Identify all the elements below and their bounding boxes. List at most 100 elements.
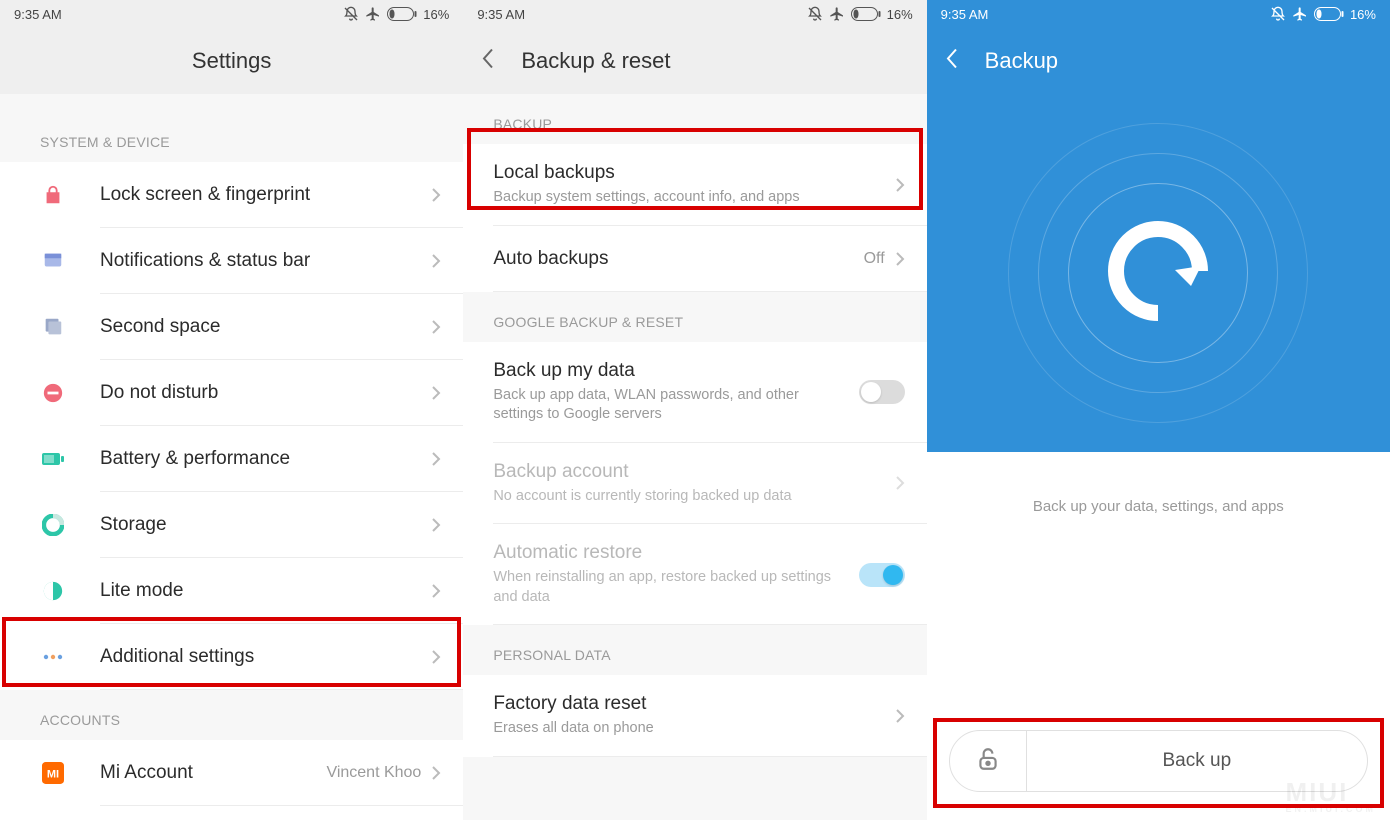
lock-icon	[40, 182, 66, 208]
row-label: Auto backups	[493, 248, 853, 270]
row-lock-screen[interactable]: Lock screen & fingerprint	[0, 162, 463, 228]
chevron-right-icon	[895, 708, 905, 724]
row-label: Lock screen & fingerprint	[100, 184, 421, 206]
second-space-icon	[40, 314, 66, 340]
unlock-icon	[975, 746, 1001, 777]
section-header-system: SYSTEM & DEVICE	[0, 106, 463, 162]
notifications-icon	[40, 248, 66, 274]
spacer	[463, 757, 926, 820]
page-title: Backup	[985, 48, 1058, 74]
row-value: Off	[864, 250, 885, 268]
spacer	[0, 94, 463, 106]
battery-icon	[387, 7, 417, 21]
row-auto-backups[interactable]: Auto backups Off	[463, 226, 926, 292]
titlebar-backup-reset: Backup & reset	[463, 28, 926, 94]
row-lite-mode[interactable]: Lite mode	[0, 558, 463, 624]
toggle-backup-my-data[interactable]	[859, 380, 905, 404]
phone-backup-reset: 9:35 AM 16% Backup & reset BACKUP Local …	[463, 0, 926, 820]
battery-percent: 16%	[887, 7, 913, 22]
battery-icon	[851, 7, 881, 21]
row-backup-my-data[interactable]: Back up my data Back up app data, WLAN p…	[463, 342, 926, 443]
row-label: Battery & performance	[100, 448, 421, 470]
chevron-right-icon	[895, 177, 905, 193]
row-sub: When reinstalling an app, restore backed…	[493, 568, 848, 607]
status-bar: 9:35 AM 16%	[927, 0, 1390, 28]
status-time: 9:35 AM	[477, 7, 525, 22]
section-header-backup: BACKUP	[463, 94, 926, 144]
row-label: Mi Account	[100, 762, 316, 784]
phone-backup: 9:35 AM 16% Backup Back up your data, se…	[927, 0, 1390, 820]
page-title: Backup & reset	[521, 48, 670, 74]
lock-toggle-button[interactable]	[949, 730, 1027, 792]
dnd-icon	[40, 380, 66, 406]
row-value: Vincent Khoo	[326, 764, 421, 782]
battery-perf-icon	[40, 446, 66, 472]
titlebar-settings: Settings	[0, 28, 463, 94]
mute-icon	[343, 6, 359, 22]
airplane-icon	[829, 6, 845, 22]
row-label: Backup account	[493, 461, 884, 483]
row-additional-settings[interactable]: Additional settings	[0, 624, 463, 690]
section-header-accounts: ACCOUNTS	[0, 690, 463, 740]
status-time: 9:35 AM	[941, 7, 989, 22]
row-sub: Erases all data on phone	[493, 719, 884, 739]
svg-text:MI: MI	[47, 769, 59, 781]
status-right: 16%	[1270, 6, 1376, 22]
chevron-right-icon	[431, 765, 441, 781]
status-bar: 9:35 AM 16%	[463, 0, 926, 28]
row-local-backups[interactable]: Local backups Backup system settings, ac…	[463, 144, 926, 226]
airplane-icon	[1292, 6, 1308, 22]
battery-percent: 16%	[1350, 7, 1376, 22]
status-right: 16%	[807, 6, 913, 22]
row-label: Automatic restore	[493, 542, 848, 564]
row-sub: Back up app data, WLAN passwords, and ot…	[493, 386, 848, 425]
status-bar: 9:35 AM 16%	[0, 0, 463, 28]
row-label: Notifications & status bar	[100, 250, 421, 272]
backup-button-label: Back up	[1162, 750, 1231, 772]
row-label: Additional settings	[100, 646, 421, 668]
phone-settings: 9:35 AM 16% Settings SYSTEM & DEVICE Loc…	[0, 0, 463, 820]
row-label: Second space	[100, 316, 421, 338]
row-notifications[interactable]: Notifications & status bar	[0, 228, 463, 294]
row-backup-account: Backup account No account is currently s…	[463, 443, 926, 525]
row-factory-reset[interactable]: Factory data reset Erases all data on ph…	[463, 675, 926, 757]
backup-message: Back up your data, settings, and apps	[927, 452, 1390, 561]
row-sub: No account is currently storing backed u…	[493, 487, 884, 507]
back-button[interactable]	[481, 48, 495, 75]
chevron-right-icon	[431, 253, 441, 269]
row-battery[interactable]: Battery & performance	[0, 426, 463, 492]
mute-icon	[807, 6, 823, 22]
row-dnd[interactable]: Do not disturb	[0, 360, 463, 426]
chevron-right-icon	[431, 583, 441, 599]
status-time: 9:35 AM	[14, 7, 62, 22]
backup-hero	[927, 94, 1390, 452]
row-label: Local backups	[493, 162, 884, 184]
watermark: MIUI EN.MIUI.COM	[1285, 777, 1376, 814]
chevron-right-icon	[431, 517, 441, 533]
lite-mode-icon	[40, 578, 66, 604]
row-sub: Backup system settings, account info, an…	[493, 188, 884, 208]
row-label: Lite mode	[100, 580, 421, 602]
row-second-space[interactable]: Second space	[0, 294, 463, 360]
section-header-google: GOOGLE BACKUP & RESET	[463, 292, 926, 342]
chevron-right-icon	[895, 251, 905, 267]
chevron-right-icon	[431, 319, 441, 335]
chevron-right-icon	[431, 649, 441, 665]
row-label: Back up my data	[493, 360, 848, 382]
status-right: 16%	[343, 6, 449, 22]
chevron-right-icon	[895, 475, 905, 491]
storage-icon	[40, 512, 66, 538]
chevron-right-icon	[431, 385, 441, 401]
page-title: Settings	[192, 48, 272, 74]
row-label: Storage	[100, 514, 421, 536]
back-button[interactable]	[945, 48, 959, 75]
battery-percent: 16%	[423, 7, 449, 22]
section-header-personal: PERSONAL DATA	[463, 625, 926, 675]
toggle-automatic-restore[interactable]	[859, 563, 905, 587]
row-label: Do not disturb	[100, 382, 421, 404]
row-storage[interactable]: Storage	[0, 492, 463, 558]
airplane-icon	[365, 6, 381, 22]
titlebar-backup: Backup	[927, 28, 1390, 94]
row-mi-account[interactable]: MI Mi Account Vincent Khoo	[0, 740, 463, 806]
more-icon	[40, 644, 66, 670]
